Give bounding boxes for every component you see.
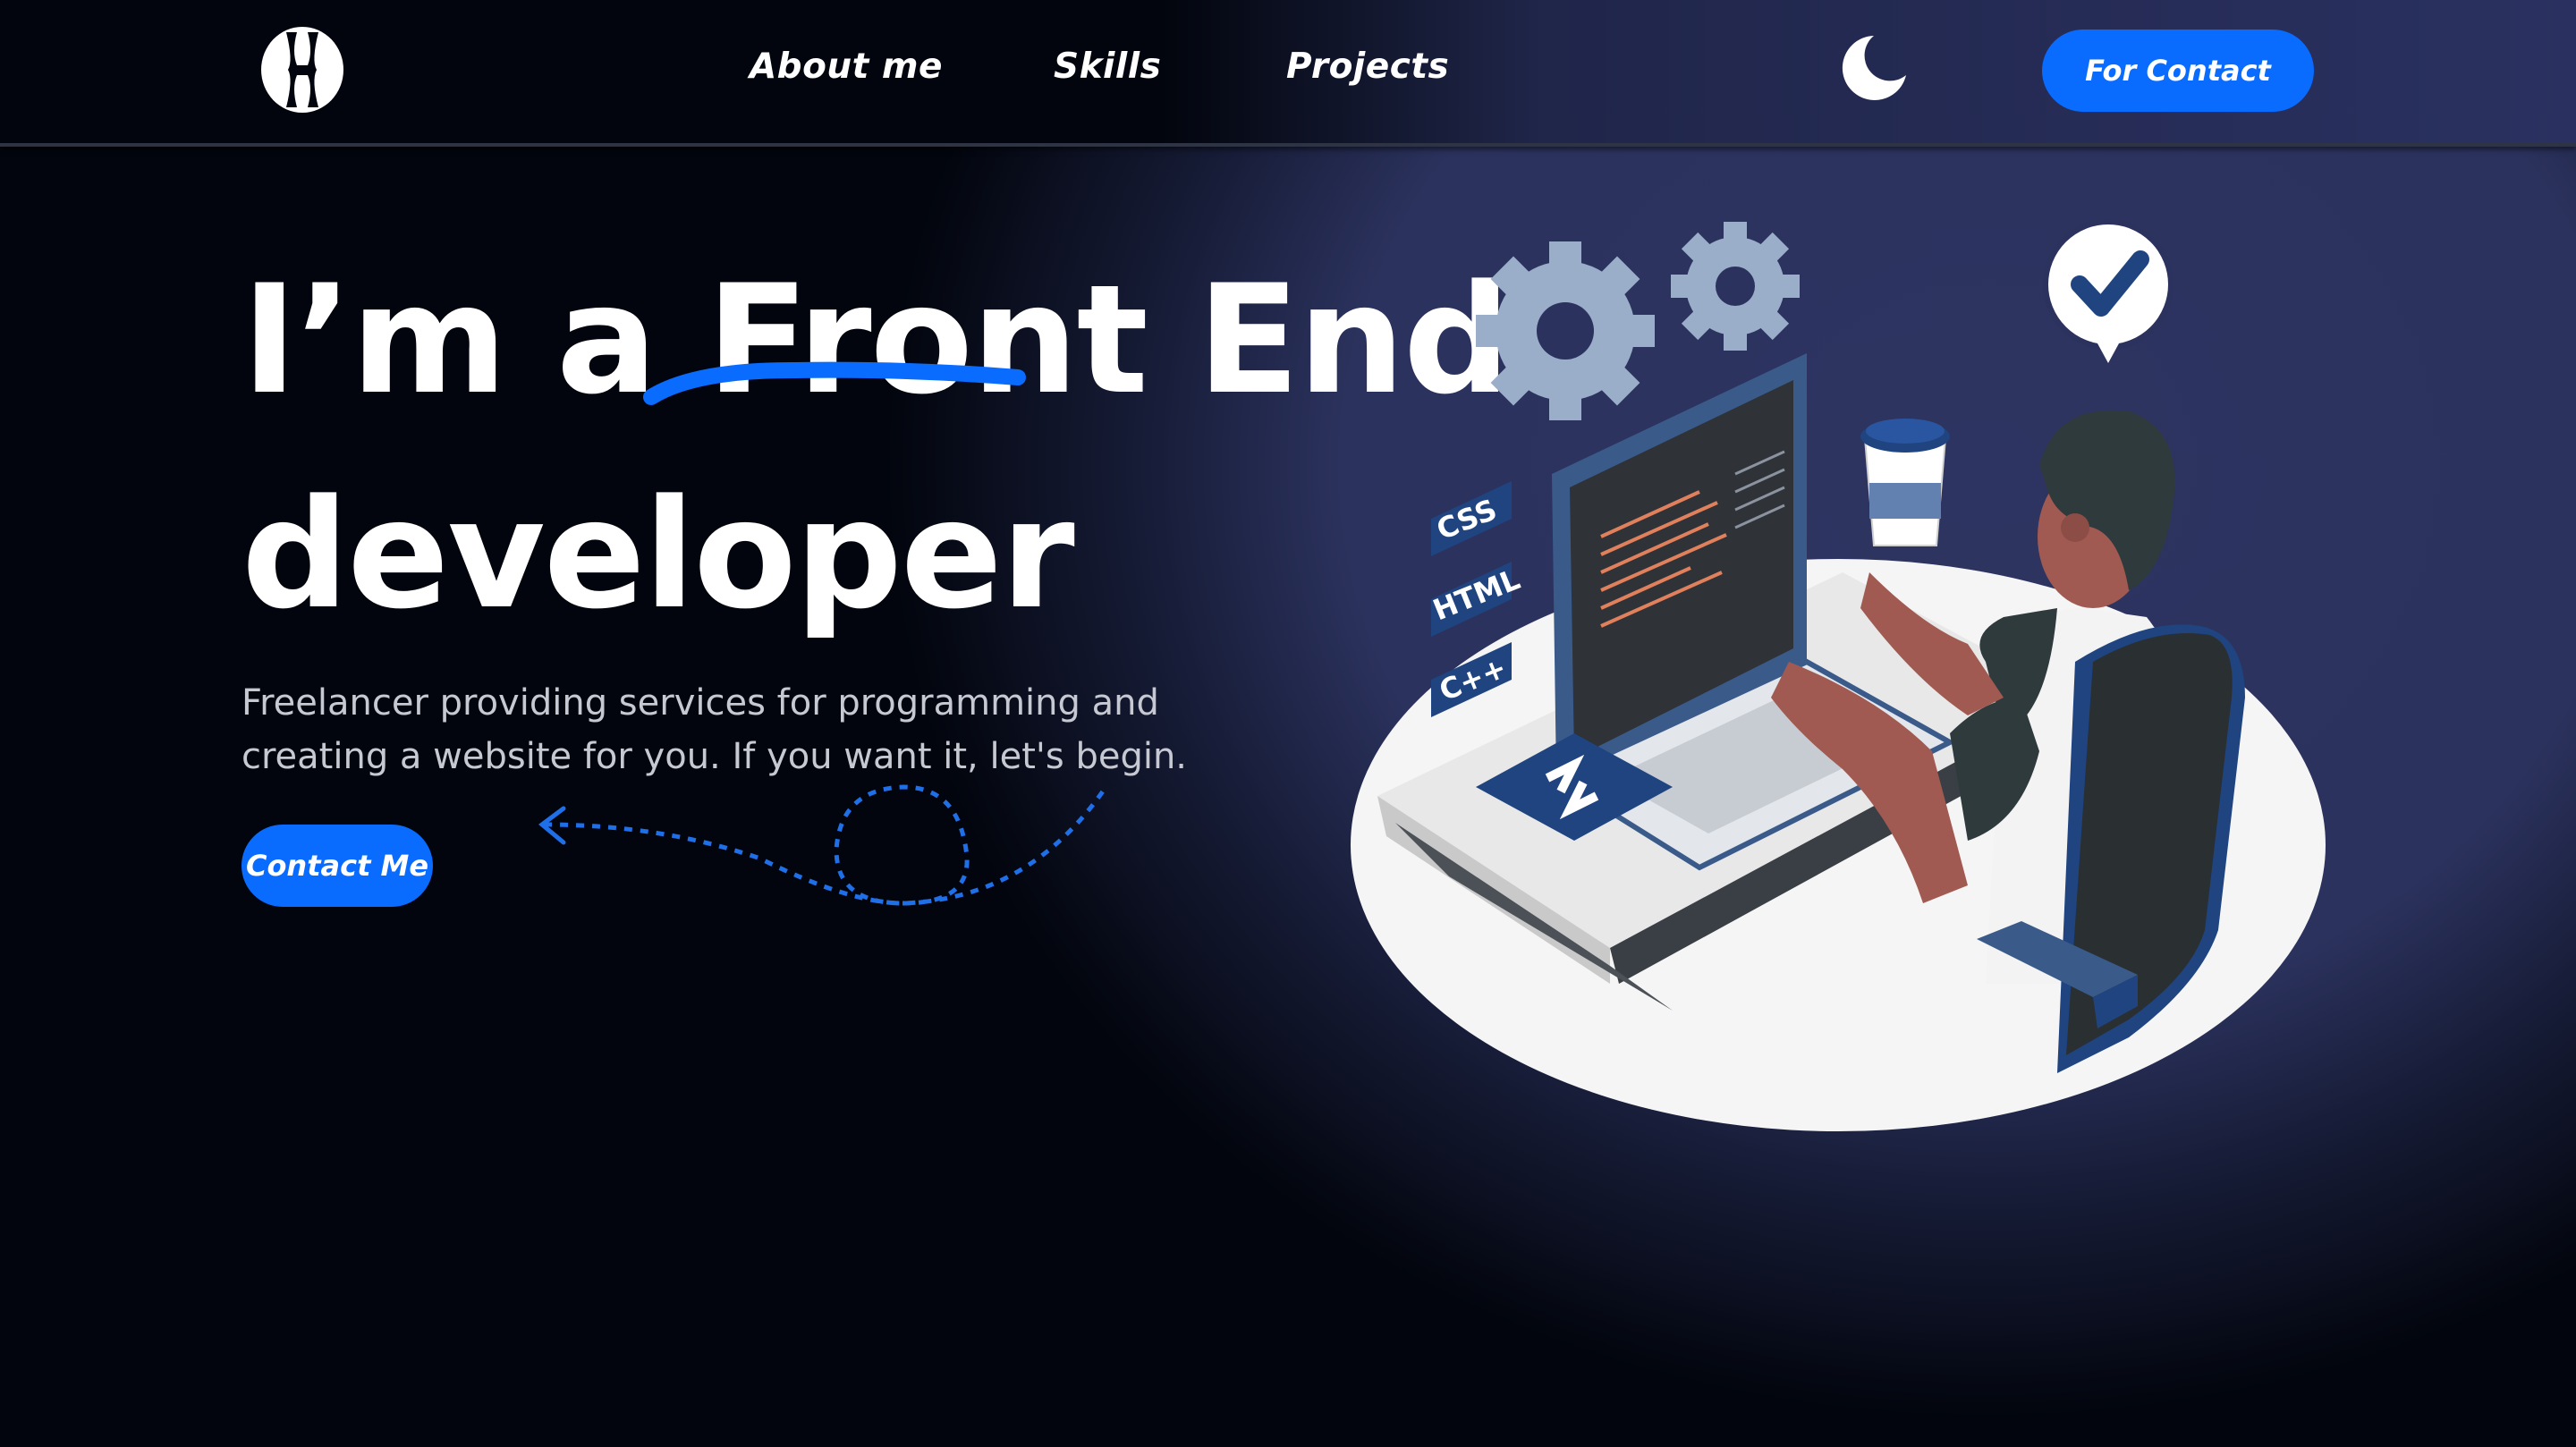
title-underline-stroke xyxy=(643,361,1026,405)
dashed-arrow-decoration xyxy=(538,784,1107,906)
check-bubble-icon xyxy=(2043,219,2174,363)
hero-title: I’m a Front End developer xyxy=(242,233,1511,662)
nav-projects[interactable]: Projects xyxy=(1286,47,1449,87)
site-header: About me Skills Projects For Contact xyxy=(0,0,2576,147)
nav-skills[interactable]: Skills xyxy=(1054,47,1161,87)
h-monogram-logo[interactable] xyxy=(259,25,345,114)
nav-about-me[interactable]: About me xyxy=(750,47,943,87)
gear-large-icon xyxy=(1476,241,1655,420)
hero-description: Freelancer providing services for progra… xyxy=(242,682,1188,777)
gear-small-icon xyxy=(1671,222,1800,351)
for-contact-button[interactable]: For Contact xyxy=(2042,30,2314,112)
contact-me-button[interactable]: Contact Me xyxy=(242,825,433,907)
tag-html-label: HTML xyxy=(1428,562,1525,627)
code-tag-css: CSS xyxy=(1431,481,1512,556)
hero-title-line2: developer xyxy=(242,467,1075,642)
code-tag-html: HTML xyxy=(1428,562,1525,637)
developer-illustration: CSS HTML C++ xyxy=(1351,219,2326,1131)
coffee-cup-icon xyxy=(1860,419,1950,546)
moon-icon[interactable] xyxy=(1838,32,1908,102)
hero-title-part1: I’m a xyxy=(242,252,707,427)
